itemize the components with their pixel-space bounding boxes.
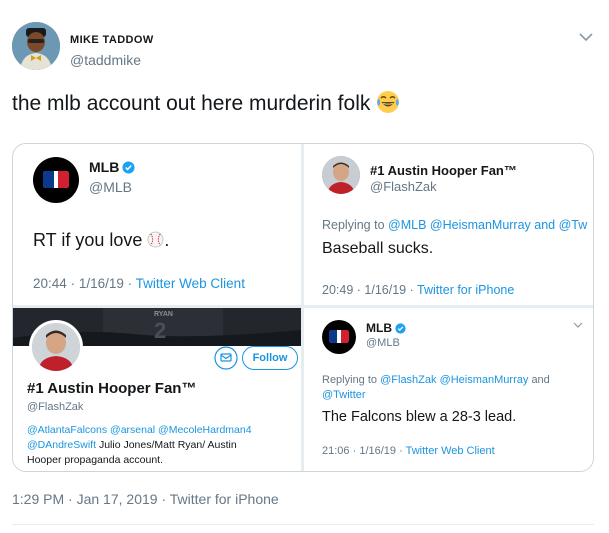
mlb-logo-icon: [322, 320, 356, 354]
author-handle[interactable]: @taddmike: [70, 52, 141, 68]
fan-handle: @FlashZak: [370, 179, 437, 194]
author-avatar[interactable]: [12, 22, 60, 70]
mlb-reply-source: Twitter Web Client: [405, 445, 495, 457]
laughing-tears-emoji-icon: [377, 91, 400, 113]
follow-button: Follow: [242, 346, 298, 370]
mlb-reply-text: The Falcons blew a 28-3 lead.: [322, 409, 517, 425]
profile-bio-mentions: @AtlantaFalcons @arsenal @MecoleHardman4: [27, 424, 252, 436]
mlb-tweet-date: 1/16/19: [78, 276, 124, 291]
profile-bio-text: Julio Jones/Matt Ryan/ Austin: [98, 439, 237, 451]
mlb-logo-icon: [33, 157, 79, 203]
tweet-date[interactable]: Jan 17, 2019: [77, 491, 158, 507]
fan-reply-text: Baseball sucks.: [322, 240, 434, 257]
baseball-icon: [147, 231, 164, 248]
profile-bio-text-2: Hooper propaganda account.: [27, 454, 164, 466]
banner-name-text: RYAN: [154, 311, 173, 318]
mlb-reply-time: 21:06: [322, 445, 350, 457]
tweet-time[interactable]: 1:29 PM: [12, 491, 64, 507]
profile-handle: @FlashZak: [27, 401, 84, 413]
fan-reply-time: 20:49: [322, 283, 354, 297]
screenshot-mlb-reply: MLB @MLB Replying to @FlashZak @HeismanM…: [304, 308, 593, 471]
attached-image[interactable]: MLB @MLB RT if you love . 20:44 · 1/16/1…: [12, 143, 594, 472]
mlb-tweet-source: Twitter Web Client: [135, 276, 245, 291]
screenshot-fan-profile: RYAN 2 Follow #1 Austin Hooper Fan™ @Fla…: [13, 308, 301, 471]
replying-to-label: Replying to: [322, 218, 385, 232]
fan-name: #1 Austin Hooper Fan™: [370, 163, 517, 178]
tweet-source[interactable]: Twitter for iPhone: [170, 491, 279, 507]
mlb-reply-name: MLB: [366, 321, 392, 335]
message-icon: [214, 346, 238, 370]
replying-to-mentions: @MLB @HeismanMurray and @Tw: [388, 218, 588, 232]
mlb-tweet-text-end: .: [164, 230, 170, 250]
banner-number-text: 2: [154, 318, 167, 343]
mlb-tweet-time: 20:44: [33, 276, 67, 291]
chevron-down-icon: [573, 322, 583, 328]
divider: [12, 524, 594, 525]
verified-badge-icon: [122, 161, 135, 174]
chevron-down-icon[interactable]: [577, 30, 595, 44]
replying-to-twitter: @Twitter: [322, 389, 366, 401]
fan-reply-source: Twitter for iPhone: [417, 283, 515, 297]
mlb-reply-date: 1/16/19: [359, 445, 397, 457]
verified-badge-icon: [395, 323, 406, 334]
tweet-metadata: 1:29 PM · Jan 17, 2019 · Twitter for iPh…: [12, 491, 279, 507]
tweet-text-body: the mlb account out here murderin folk: [12, 92, 371, 115]
tweet-text: the mlb account out here murderin folk: [12, 90, 400, 116]
fan-avatar: [322, 156, 360, 194]
mlb-name: MLB: [89, 159, 120, 175]
mlb-reply-handle: @MLB: [366, 337, 400, 349]
mlb-tweet-text: RT if you love: [33, 230, 143, 250]
screenshot-fan-reply: #1 Austin Hooper Fan™ @FlashZak Replying…: [304, 144, 593, 305]
fan-reply-date: 1/16/19: [364, 283, 407, 297]
replying-to-label: Replying to: [322, 374, 378, 386]
screenshot-mlb-tweet: MLB @MLB RT if you love . 20:44 · 1/16/1…: [13, 144, 301, 305]
profile-avatar: [29, 320, 83, 374]
mlb-handle: @MLB: [89, 179, 132, 195]
profile-name: #1 Austin Hooper Fan™: [27, 380, 197, 397]
author-name[interactable]: MIKE TADDOW: [70, 34, 154, 46]
replying-to-mentions: @FlashZak @HeismanMurray: [380, 374, 529, 386]
profile-bio-mention-swift: @DAndreSwift: [27, 439, 97, 451]
